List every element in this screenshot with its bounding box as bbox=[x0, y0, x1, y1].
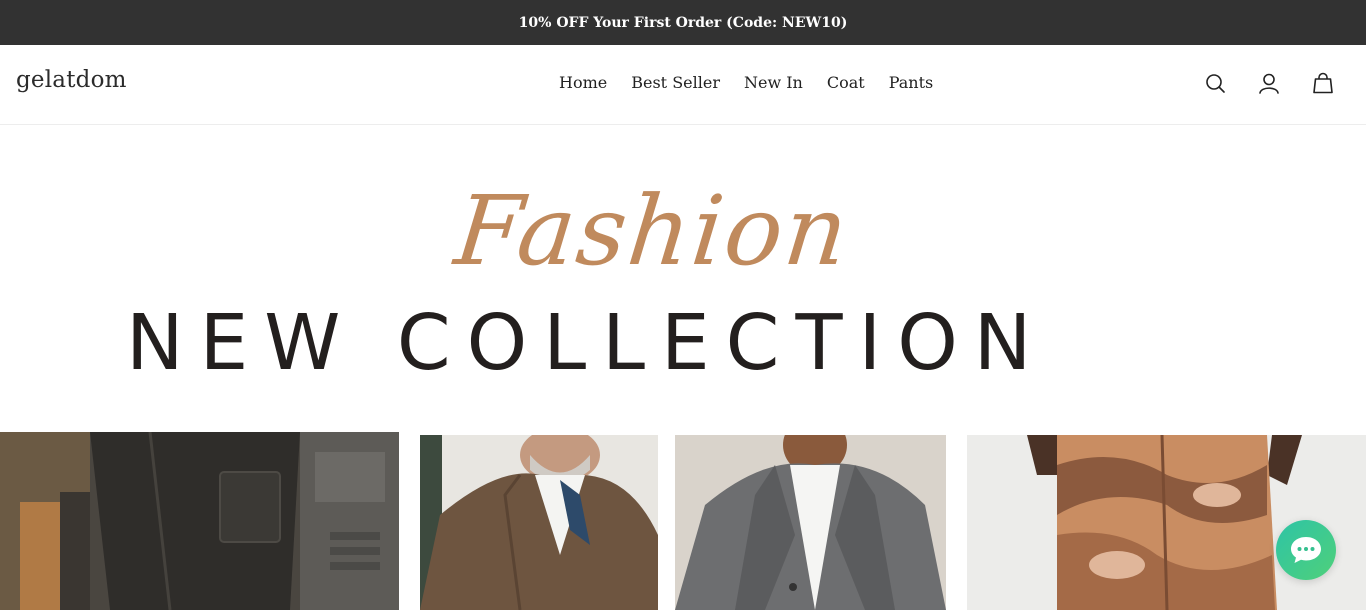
announcement-bar: 10% OFF Your First Order (Code: NEW10) bbox=[0, 0, 1366, 45]
logo[interactable]: gelatdom bbox=[16, 67, 127, 93]
cart-icon[interactable] bbox=[1311, 71, 1335, 95]
nav-home[interactable]: Home bbox=[559, 73, 607, 92]
main-nav: Home Best Seller New In Coat Pants bbox=[559, 73, 933, 92]
search-icon[interactable] bbox=[1203, 71, 1227, 95]
nav-best-seller[interactable]: Best Seller bbox=[631, 73, 720, 92]
nav-new-in[interactable]: New In bbox=[744, 73, 803, 92]
site-header: gelatdom Home Best Seller New In Coat Pa… bbox=[0, 45, 1366, 125]
hero-script-text: Fashion bbox=[450, 175, 855, 287]
hero-title: NEW COLLECTION bbox=[126, 299, 1048, 388]
nav-coat[interactable]: Coat bbox=[827, 73, 865, 92]
hero-banner: Fashion NEW COLLECTION bbox=[0, 126, 1366, 432]
chat-button[interactable] bbox=[1276, 520, 1336, 580]
cargo-pants-photo[interactable] bbox=[0, 432, 399, 610]
wool-coat-photo[interactable] bbox=[675, 435, 946, 613]
nav-pants[interactable]: Pants bbox=[889, 73, 934, 92]
account-icon[interactable] bbox=[1257, 71, 1281, 95]
knit-jacket-photo[interactable] bbox=[420, 435, 658, 613]
announcement-text: 10% OFF Your First Order (Code: NEW10) bbox=[518, 14, 848, 31]
chat-bubble-icon bbox=[1291, 537, 1321, 563]
